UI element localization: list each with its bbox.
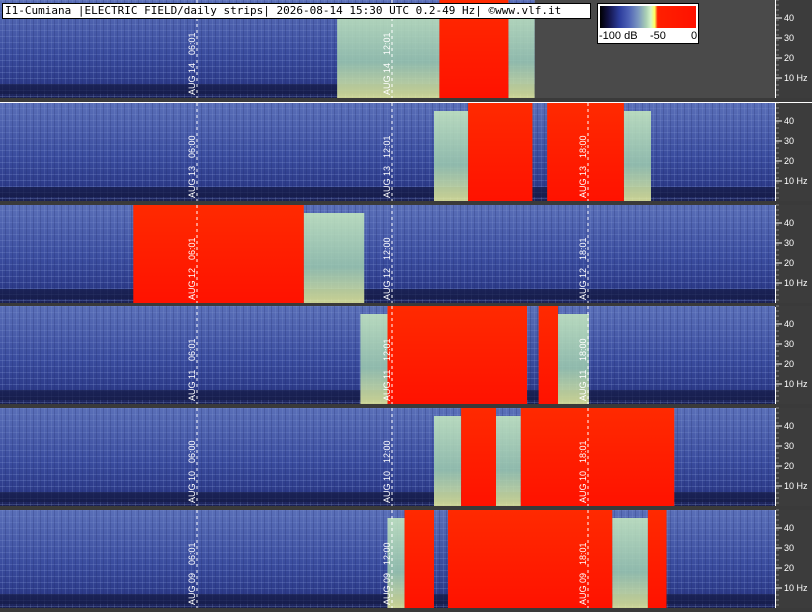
time-marker-time: 06:00	[187, 135, 197, 158]
time-marker-time: 12:00	[382, 542, 392, 565]
strip-separator	[0, 404, 812, 408]
time-marker-date: AUG 14	[187, 63, 197, 95]
frequency-tick-label: 20	[784, 156, 794, 166]
time-marker-date: AUG 09	[578, 573, 588, 605]
spectrogram-display: 06:01 AUG 14 12:01 AUG 14 40 30 20 10 Hz 06:00 AU…	[0, 0, 812, 613]
time-marker-date: AUG 14	[382, 63, 392, 95]
high-intensity-region	[520, 408, 675, 506]
time-marker-date: AUG 13	[382, 166, 392, 198]
activity-transition	[623, 111, 651, 201]
time-marker-time: 18:01	[578, 237, 588, 260]
time-marker-time: 12:00	[382, 440, 392, 463]
strip-separator	[0, 608, 812, 612]
high-intensity-region	[404, 510, 434, 608]
time-marker-date: AUG 10	[578, 471, 588, 503]
strip-aug-12: 06:01 AUG 12 12:00 AUG 12 18:01 AUG 12 40 30 20 1…	[0, 204, 812, 307]
time-marker-date: AUG 11	[187, 370, 197, 401]
time-marker-date: AUG 09	[187, 573, 197, 605]
time-marker-time: 18:01	[578, 542, 588, 565]
time-marker-time: 06:01	[187, 338, 197, 361]
strip-separator	[0, 98, 812, 102]
frequency-tick-label: 10 Hz	[784, 176, 808, 186]
activity-transition	[612, 518, 648, 608]
time-marker-time: 06:01	[187, 542, 197, 565]
activity-transition	[434, 111, 469, 201]
time-marker-date: AUG 13	[578, 166, 588, 198]
frequency-tick-label: 20	[784, 563, 794, 573]
spectrogram-canvas: 06:01 AUG 14 12:01 AUG 14 40 30 20 10 Hz 06:00 AU…	[0, 0, 812, 612]
high-intensity-region	[461, 408, 496, 506]
activity-transition	[434, 416, 462, 506]
frequency-tick-label: 30	[784, 339, 794, 349]
time-marker-time: 12:01	[382, 338, 392, 361]
frequency-tick-label: 30	[784, 33, 794, 43]
time-marker-date: AUG 12	[187, 268, 197, 300]
color-scale-bar	[600, 6, 696, 28]
time-marker-date: AUG 10	[187, 471, 197, 503]
frequency-tick-label: 40	[784, 116, 794, 126]
strip-aug-09: 06:01 AUG 09 12:00 AUG 09 18:01 AUG 09 40 30 20 1…	[0, 509, 812, 612]
time-marker-date: AUG 11	[578, 370, 588, 401]
strip-aug-10: 06:00 AUG 10 12:00 AUG 10 18:01 AUG 10 40 30 20 1…	[0, 407, 812, 510]
frequency-tick-label: 30	[784, 238, 794, 248]
time-marker-time: 12:01	[382, 32, 392, 55]
frequency-tick-label: 40	[784, 421, 794, 431]
high-intensity-region	[538, 306, 558, 404]
frequency-tick-label: 40	[784, 218, 794, 228]
frequency-tick-label: 20	[784, 359, 794, 369]
time-marker-time: 06:01	[187, 32, 197, 55]
time-marker-time: 12:00	[382, 237, 392, 260]
frequency-tick-label: 40	[784, 13, 794, 23]
time-marker-date: AUG 09	[382, 573, 392, 605]
high-intensity-region	[468, 103, 533, 201]
time-marker-time: 18:00	[578, 338, 588, 361]
strip-separator	[0, 506, 812, 510]
time-marker-time: 06:00	[187, 440, 197, 463]
frequency-tick-label: 30	[784, 543, 794, 553]
time-marker-time: 06:01	[187, 237, 197, 260]
high-intensity-region	[133, 205, 304, 303]
legend-min-label: -100 dB	[599, 30, 638, 42]
frequency-tick-label: 40	[784, 523, 794, 533]
legend-mid-label: -50	[650, 30, 666, 42]
color-scale-legend: -100 dB -50 0	[597, 3, 699, 44]
legend-max-label: 0	[691, 30, 698, 42]
frequency-tick-label: 10 Hz	[784, 73, 808, 83]
strip-aug-13: 06:00 AUG 13 12:01 AUG 13 18:00 AUG 13 40 30 20 1…	[0, 102, 812, 205]
activity-transition	[508, 8, 535, 98]
time-marker-time: 18:01	[578, 440, 588, 463]
time-marker-date: AUG 13	[187, 166, 197, 198]
time-marker-date: AUG 11	[382, 370, 392, 401]
time-marker-time: 18:00	[578, 135, 588, 158]
frequency-tick-label: 20	[784, 461, 794, 471]
time-marker-date: AUG 12	[382, 268, 392, 300]
page-title: I1-Cumiana |ELECTRIC FIELD/daily strips|…	[2, 3, 591, 19]
frequency-tick-label: 10 Hz	[784, 583, 808, 593]
high-intensity-region	[387, 306, 527, 404]
frequency-tick-label: 20	[784, 258, 794, 268]
frequency-tick-label: 10 Hz	[784, 379, 808, 389]
frequency-tick-label: 30	[784, 441, 794, 451]
frequency-tick-label: 30	[784, 136, 794, 146]
time-marker-time: 12:01	[382, 135, 392, 158]
frequency-tick-label: 10 Hz	[784, 481, 808, 491]
frequency-tick-label: 10 Hz	[784, 278, 808, 288]
frequency-tick-label: 20	[784, 53, 794, 63]
strip-separator	[0, 201, 812, 205]
time-marker-date: AUG 10	[382, 471, 392, 503]
high-intensity-region	[647, 510, 667, 608]
activity-transition	[496, 416, 521, 506]
frequency-tick-label: 40	[784, 319, 794, 329]
time-marker-date: AUG 12	[578, 268, 588, 300]
activity-transition	[303, 213, 365, 303]
strip-aug-11: 06:01 AUG 11 12:01 AUG 11 18:00 AUG 11 40 30 20 1…	[0, 305, 812, 408]
